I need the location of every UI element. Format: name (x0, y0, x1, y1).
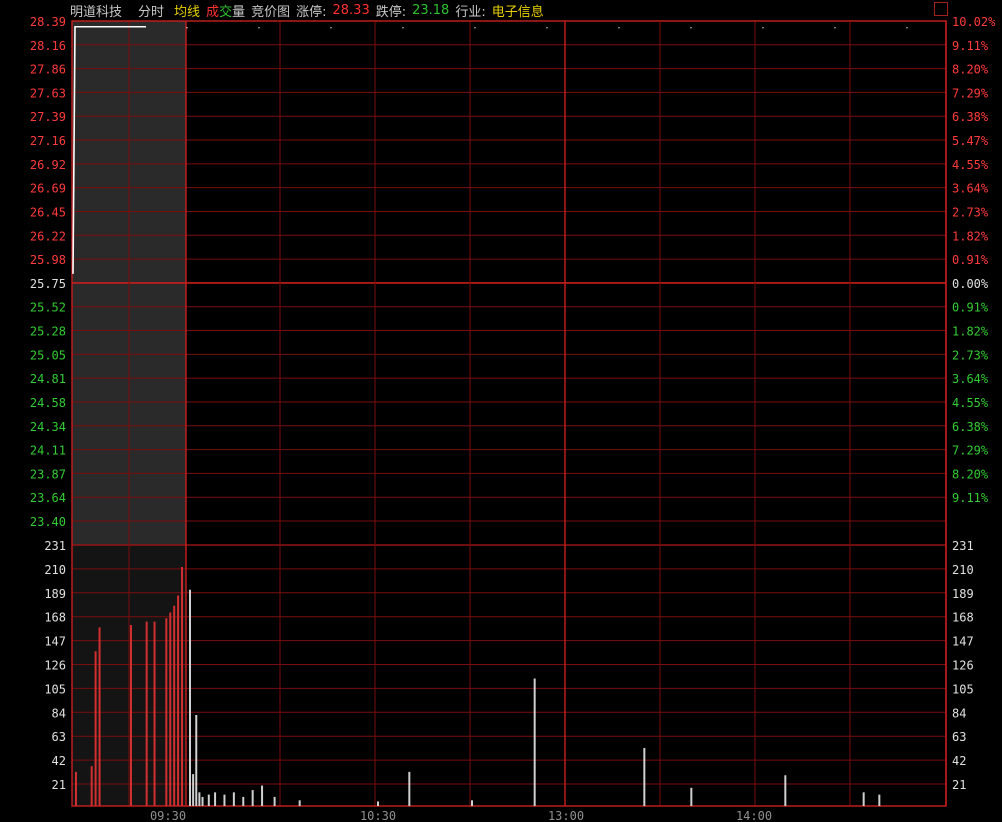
price-tick-label: 25.52 (30, 301, 66, 315)
price-tick-label: 27.63 (30, 86, 66, 100)
percent-tick-label: 7.29% (952, 86, 989, 100)
price-tick-label: 26.69 (30, 182, 66, 196)
price-tick-label: 26.22 (30, 229, 66, 243)
percent-tick-label: 4.55% (952, 158, 989, 172)
chart-svg: 28.39 28.16 27.86 27.63 27.39 27.16 26.92 26.69… (30, 15, 996, 822)
price-tick-label: 28.39 (30, 15, 66, 29)
time-tick-label: 09:30 (150, 809, 186, 822)
volume-tick-label-right: 168 (952, 611, 974, 625)
price-tick-label: 25.75 (30, 277, 66, 291)
volume-tick-label-left: 42 (52, 754, 66, 768)
price-tick-label: 24.81 (30, 372, 66, 386)
price-tick-label: 23.40 (30, 515, 66, 529)
price-tick-label: 27.16 (30, 134, 66, 148)
price-tick-label: 23.87 (30, 467, 66, 481)
price-tick-label: 27.39 (30, 110, 66, 124)
percent-tick-label: 1.82% (952, 325, 989, 339)
price-tick-label: 25.28 (30, 325, 66, 339)
volume-tick-label-left: 84 (52, 706, 66, 720)
percent-tick-label: 6.38% (952, 420, 989, 434)
percent-tick-label: 4.55% (952, 396, 989, 410)
volume-tick-label-left: 147 (44, 635, 66, 649)
volume-tick-label-right: 84 (952, 706, 966, 720)
price-tick-label: 27.86 (30, 63, 66, 77)
volume-tick-label-left: 189 (44, 587, 66, 601)
volume-tick-label-right: 105 (952, 682, 974, 696)
price-tick-label: 25.05 (30, 348, 66, 362)
percent-tick-label: 2.73% (952, 205, 989, 219)
percent-tick-label: 1.82% (952, 229, 989, 243)
price-tick-label: 26.92 (30, 158, 66, 172)
price-tick-label: 24.34 (30, 420, 66, 434)
percent-tick-label: 9.11% (952, 491, 989, 505)
price-tick-label: 26.45 (30, 205, 66, 219)
percent-tick-label: 8.20% (952, 467, 989, 481)
percent-tick-label: 7.29% (952, 444, 989, 458)
volume-tick-label-right: 147 (952, 635, 974, 649)
volume-tick-label-right: 231 (952, 539, 974, 553)
volume-tick-label-right: 210 (952, 563, 974, 577)
percent-tick-label: 2.73% (952, 348, 989, 362)
percent-tick-label: 3.64% (952, 372, 989, 386)
volume-tick-label-left: 105 (44, 682, 66, 696)
volume-tick-label-left: 168 (44, 611, 66, 625)
time-tick-label: 14:00 (736, 809, 772, 822)
volume-tick-label-left: 63 (52, 730, 66, 744)
percent-tick-label: 0.91% (952, 301, 989, 315)
percent-tick-label: 9.11% (952, 39, 989, 53)
price-tick-label: 25.98 (30, 253, 66, 267)
volume-tick-label-left: 210 (44, 563, 66, 577)
volume-tick-label-right: 63 (952, 730, 966, 744)
volume-tick-label-left: 126 (44, 659, 66, 673)
volume-tick-label-left: 231 (44, 539, 66, 553)
volume-tick-label-left: 21 (52, 778, 66, 792)
volume-tick-label-right: 189 (952, 587, 974, 601)
volume-tick-label-right: 126 (952, 659, 974, 673)
volume-tick-label-right: 42 (952, 754, 966, 768)
time-tick-label: 10:30 (360, 809, 396, 822)
price-tick-label: 23.64 (30, 491, 66, 505)
percent-tick-label: 6.38% (952, 110, 989, 124)
price-tick-label: 24.58 (30, 396, 66, 410)
percent-tick-label: 10.02% (952, 15, 996, 29)
volume-tick-label-right: 21 (952, 778, 966, 792)
time-tick-label: 13:00 (548, 809, 584, 822)
percent-tick-label: 0.91% (952, 253, 989, 267)
percent-tick-label: 3.64% (952, 182, 989, 196)
percent-tick-label: 0.00% (952, 277, 989, 291)
intraday-chart: 明道科技 分时 均线 成交量 竞价图 涨停: 28.33 跌停: 23.18 行… (0, 0, 1002, 822)
price-tick-label: 28.16 (30, 39, 66, 53)
price-tick-label: 24.11 (30, 444, 66, 458)
percent-tick-label: 8.20% (952, 63, 989, 77)
percent-tick-label: 5.47% (952, 134, 989, 148)
